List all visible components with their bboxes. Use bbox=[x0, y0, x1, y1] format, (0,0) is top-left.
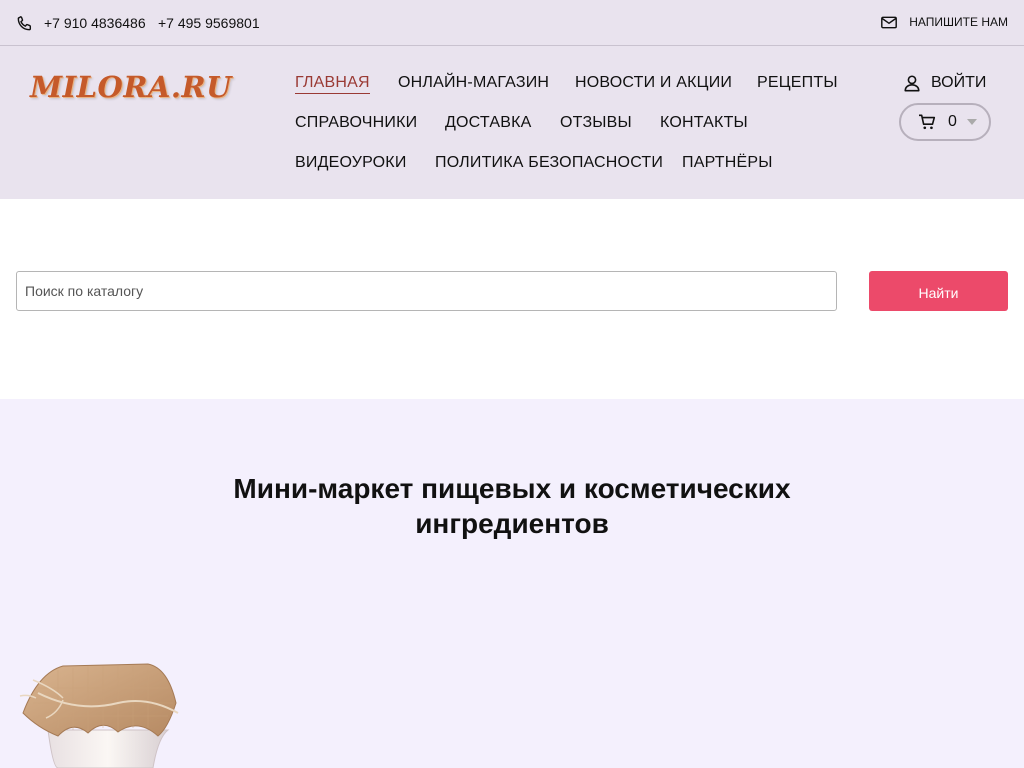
write-us-link[interactable]: НАПИШИТЕ НАМ bbox=[881, 15, 1008, 29]
login-label: ВОЙТИ bbox=[931, 74, 987, 91]
nav-reviews[interactable]: ОТЗЫВЫ bbox=[560, 114, 632, 132]
nav-online-shop[interactable]: ОНЛАЙН-МАГАЗИН bbox=[398, 74, 549, 92]
nav-security-policy[interactable]: ПОЛИТИКА БЕЗОПАСНОСТИ bbox=[435, 154, 663, 172]
nav-news-promotions[interactable]: НОВОСТИ И АКЦИИ bbox=[575, 74, 732, 92]
product-jar-image bbox=[19, 663, 179, 768]
phone-number-1[interactable]: +7 910 4836486 bbox=[44, 15, 146, 31]
search-input[interactable] bbox=[16, 271, 837, 311]
login-link[interactable]: ВОЙТИ bbox=[903, 74, 986, 92]
main-header: MILORA.RU ГЛАВНАЯ ОНЛАЙН-МАГАЗИН НОВОСТИ… bbox=[0, 46, 1024, 199]
search-section: Найти bbox=[0, 199, 1024, 399]
user-icon bbox=[904, 75, 920, 92]
site-logo[interactable]: MILORA.RU bbox=[30, 70, 232, 104]
nav-video-lessons[interactable]: ВИДЕОУРОКИ bbox=[295, 154, 407, 172]
hero-title-line-1: Мини-маркет пищевых и косметических bbox=[233, 473, 791, 504]
nav-reference[interactable]: СПРАВОЧНИКИ bbox=[295, 114, 417, 132]
cart-icon bbox=[919, 114, 936, 130]
top-bar: +7 910 4836486 +7 495 9569801 НАПИШИТЕ Н… bbox=[0, 0, 1024, 46]
hero-title: Мини-маркет пищевых и косметических ингр… bbox=[0, 471, 1024, 541]
phone-icon bbox=[17, 16, 32, 31]
mail-icon bbox=[881, 16, 898, 28]
write-us-label: НАПИШИТЕ НАМ bbox=[909, 15, 1008, 29]
nav-home[interactable]: ГЛАВНАЯ bbox=[295, 74, 370, 94]
cart-count: 0 bbox=[948, 113, 957, 130]
nav-recipes[interactable]: РЕЦЕПТЫ bbox=[757, 74, 838, 92]
nav-partners[interactable]: ПАРТНЁРЫ bbox=[682, 154, 773, 172]
search-button[interactable]: Найти bbox=[869, 271, 1008, 311]
phone-number-2[interactable]: +7 495 9569801 bbox=[158, 15, 260, 31]
nav-contacts[interactable]: КОНТАКТЫ bbox=[660, 114, 748, 132]
hero-title-line-2: ингредиентов bbox=[415, 508, 609, 539]
cart-button[interactable]: 0 bbox=[899, 103, 991, 141]
nav-delivery[interactable]: ДОСТАВКА bbox=[445, 114, 531, 132]
chevron-down-icon bbox=[966, 119, 977, 125]
